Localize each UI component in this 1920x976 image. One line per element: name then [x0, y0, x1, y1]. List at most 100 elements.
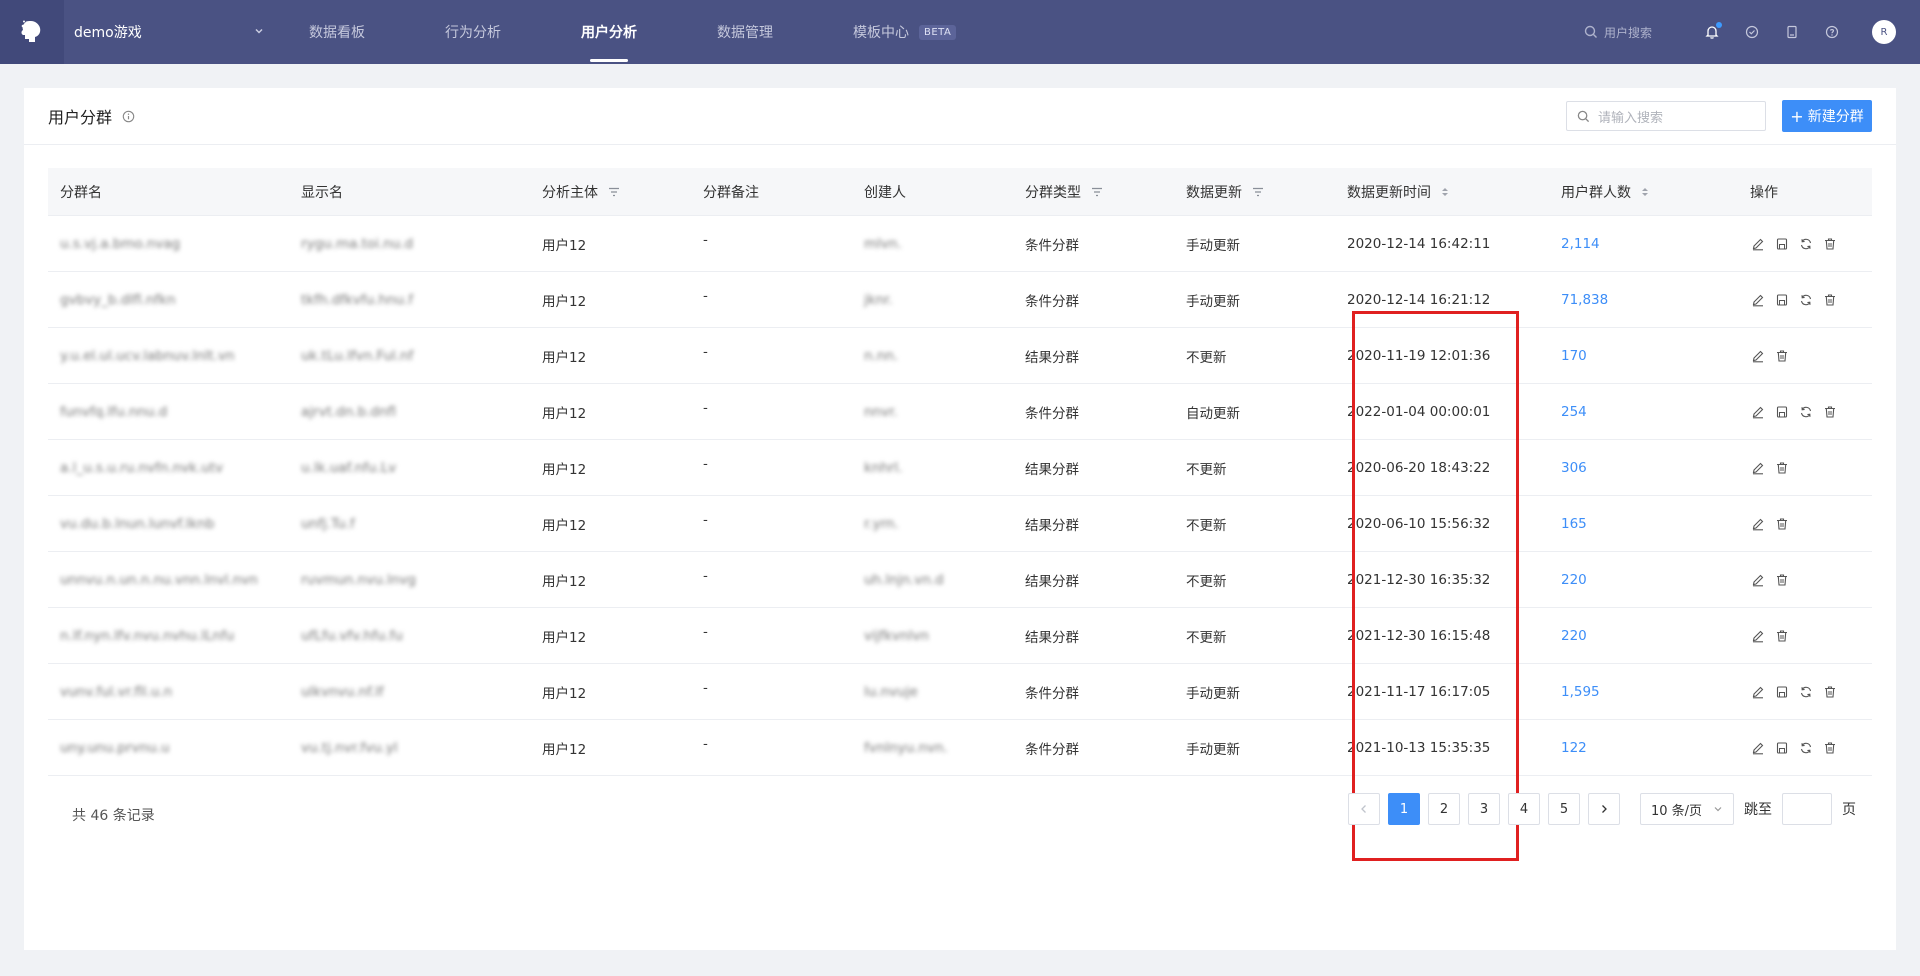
- analysis-subject: 用户12: [542, 237, 587, 254]
- row-actions: [1738, 608, 1872, 664]
- page-size-select[interactable]: 10 条/页: [1640, 793, 1734, 825]
- save-icon[interactable]: [1774, 740, 1790, 756]
- trash-icon[interactable]: [1822, 236, 1838, 252]
- prev-page-button[interactable]: [1348, 793, 1380, 825]
- segment-type: 结果分群: [1025, 629, 1079, 646]
- save-icon[interactable]: [1774, 236, 1790, 252]
- analysis-subject: 用户12: [542, 461, 587, 478]
- analysis-subject: 用户12: [542, 741, 587, 758]
- edit-icon[interactable]: [1750, 348, 1766, 364]
- page-3[interactable]: 3: [1468, 793, 1500, 825]
- column-header-update-time[interactable]: 数据更新时间: [1335, 168, 1549, 216]
- segment-name[interactable]: a.l_u.s.u.ru.nvfn.nvk.utv: [48, 440, 289, 496]
- trash-icon[interactable]: [1774, 628, 1790, 644]
- nav-item-dashboard[interactable]: 数据看板: [294, 0, 380, 64]
- user-count-link[interactable]: 2,114: [1549, 216, 1738, 272]
- edit-icon[interactable]: [1750, 516, 1766, 532]
- sort-icon[interactable]: [1641, 186, 1649, 198]
- save-icon[interactable]: [1774, 684, 1790, 700]
- next-page-button[interactable]: [1588, 793, 1620, 825]
- user-count-link[interactable]: 122: [1549, 720, 1738, 776]
- data-update-mode: 手动更新: [1186, 237, 1240, 254]
- avatar[interactable]: R: [1872, 20, 1896, 44]
- filter-icon[interactable]: [608, 187, 620, 197]
- trash-icon[interactable]: [1774, 460, 1790, 476]
- user-count-link[interactable]: 1,595: [1549, 664, 1738, 720]
- segment-type: 结果分群: [1025, 349, 1079, 366]
- segment-note: -: [703, 287, 708, 304]
- nav-item-template-center[interactable]: 模板中心 BETA: [838, 0, 971, 64]
- refresh-icon[interactable]: [1798, 236, 1814, 252]
- user-count-link[interactable]: 254: [1549, 384, 1738, 440]
- column-header-user-count[interactable]: 用户群人数: [1549, 168, 1738, 216]
- creator: fvnlnyu.nvn.: [864, 739, 948, 756]
- user-count-link[interactable]: 71,838: [1549, 272, 1738, 328]
- edit-icon[interactable]: [1750, 236, 1766, 252]
- trash-icon[interactable]: [1774, 572, 1790, 588]
- filter-icon[interactable]: [1091, 187, 1103, 197]
- segment-name[interactable]: vu.du.b.lnun.lunvf.lknb: [48, 496, 289, 552]
- refresh-icon[interactable]: [1798, 292, 1814, 308]
- trash-icon[interactable]: [1822, 292, 1838, 308]
- filter-icon[interactable]: [1252, 187, 1264, 197]
- edit-icon[interactable]: [1750, 460, 1766, 476]
- edit-icon[interactable]: [1750, 628, 1766, 644]
- table-row: a.l_u.s.u.ru.nvfn.nvk.utv u.lk.uaf.nfu.Lv…: [48, 440, 1872, 496]
- user-count-link[interactable]: 220: [1549, 608, 1738, 664]
- new-segment-label: 新建分群: [1807, 109, 1864, 125]
- check-circle-icon[interactable]: [1732, 25, 1772, 39]
- help-icon[interactable]: [1812, 25, 1852, 39]
- data-update-mode: 手动更新: [1186, 293, 1240, 310]
- save-icon[interactable]: [1774, 292, 1790, 308]
- page-title: 用户分群: [48, 108, 113, 127]
- trash-icon[interactable]: [1774, 348, 1790, 364]
- segment-name[interactable]: n.lf.nyn.lfv.nvu.nvhu.lLnfu: [48, 608, 289, 664]
- nav-item-behavior-analysis[interactable]: 行为分析: [430, 0, 516, 64]
- page-4[interactable]: 4: [1508, 793, 1540, 825]
- project-selector[interactable]: demo游戏: [64, 0, 274, 64]
- page-2[interactable]: 2: [1428, 793, 1460, 825]
- user-count-link[interactable]: 220: [1549, 552, 1738, 608]
- new-segment-button[interactable]: + 新建分群: [1782, 100, 1872, 132]
- trash-icon[interactable]: [1822, 740, 1838, 756]
- refresh-icon[interactable]: [1798, 740, 1814, 756]
- edit-icon[interactable]: [1750, 684, 1766, 700]
- edit-icon[interactable]: [1750, 740, 1766, 756]
- trash-icon[interactable]: [1822, 404, 1838, 420]
- segment-name[interactable]: gvbvy_b.dlfl.nfkn: [48, 272, 289, 328]
- row-actions: [1738, 272, 1872, 328]
- trash-icon[interactable]: [1822, 684, 1838, 700]
- app-logo[interactable]: [0, 0, 64, 64]
- refresh-icon[interactable]: [1798, 404, 1814, 420]
- trash-icon[interactable]: [1774, 516, 1790, 532]
- user-count-link[interactable]: 170: [1549, 328, 1738, 384]
- user-count-link[interactable]: 306: [1549, 440, 1738, 496]
- user-count-link[interactable]: 165: [1549, 496, 1738, 552]
- save-icon[interactable]: [1774, 404, 1790, 420]
- segment-name[interactable]: funvfq.lfu.nnu.d: [48, 384, 289, 440]
- edit-icon[interactable]: [1750, 404, 1766, 420]
- document-icon[interactable]: [1772, 25, 1812, 39]
- user-search[interactable]: 用户搜索: [1584, 24, 1652, 41]
- segment-name[interactable]: u.s.vj.a.bmo.nvag: [48, 216, 289, 272]
- creator: uh.lnjn.vn.d: [864, 571, 944, 588]
- page-1[interactable]: 1: [1388, 793, 1420, 825]
- segment-name[interactable]: vunv.ful.vr.fll.u.n: [48, 664, 289, 720]
- segment-name[interactable]: y.u.el.ul.ucv.labnuv.lnlt.vn: [48, 328, 289, 384]
- bell-icon[interactable]: [1692, 22, 1732, 40]
- segment-name[interactable]: unnvu.n.un.n.nu.vnn.lnvl.nvn: [48, 552, 289, 608]
- page-5[interactable]: 5: [1548, 793, 1580, 825]
- display-name: vu.tj.nvr.fvu.yl: [301, 739, 398, 756]
- segment-name[interactable]: uny.unu.prvnu.u: [48, 720, 289, 776]
- column-header-note: 分群备注: [703, 184, 759, 201]
- segment-type: 条件分群: [1025, 685, 1079, 702]
- sort-icon[interactable]: [1441, 186, 1449, 198]
- segment-search-input[interactable]: 请输入搜索: [1566, 101, 1766, 131]
- nav-item-user-analysis[interactable]: 用户分析: [566, 0, 652, 64]
- refresh-icon[interactable]: [1798, 684, 1814, 700]
- edit-icon[interactable]: [1750, 292, 1766, 308]
- jump-page-input[interactable]: [1782, 793, 1832, 825]
- nav-item-data-management[interactable]: 数据管理: [702, 0, 788, 64]
- edit-icon[interactable]: [1750, 572, 1766, 588]
- info-icon[interactable]: [122, 110, 135, 123]
